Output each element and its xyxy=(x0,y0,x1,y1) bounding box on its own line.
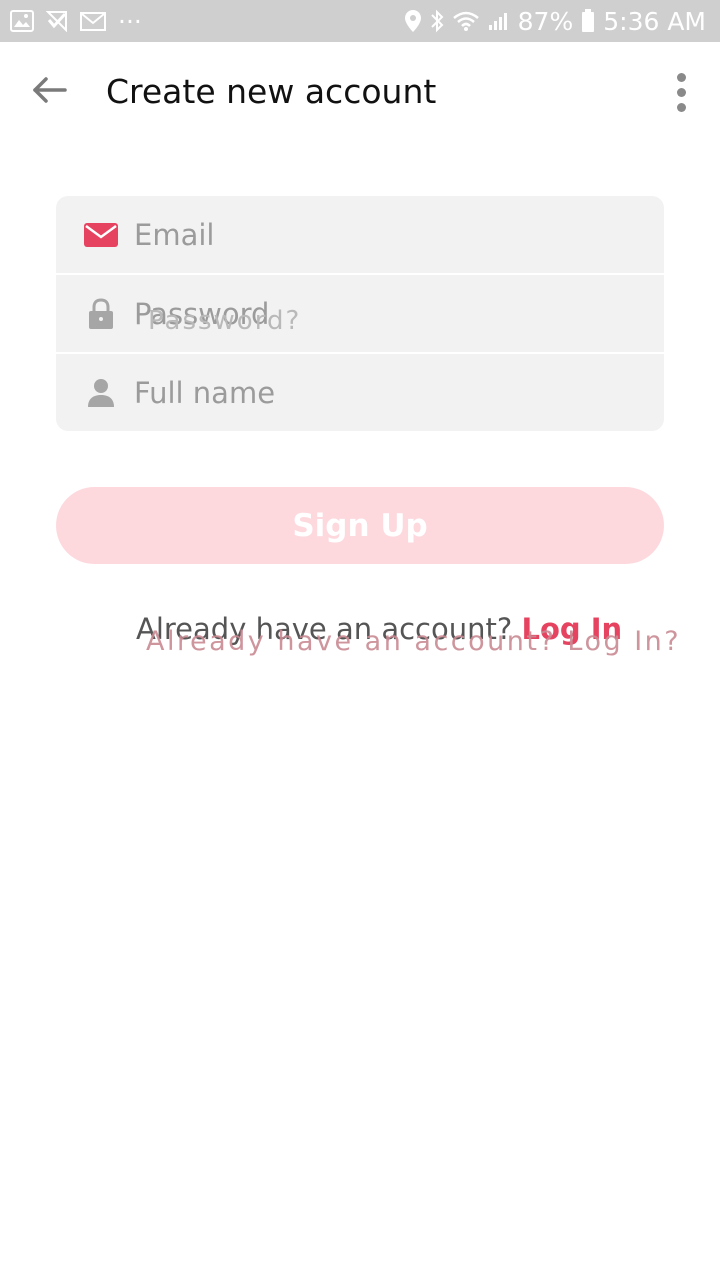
battery-percentage: 87% xyxy=(517,6,574,36)
clock: 5:36 AM xyxy=(603,6,706,36)
bluetooth-icon xyxy=(430,9,444,33)
lock-icon xyxy=(84,297,118,331)
password-overlay-text: Password? xyxy=(148,306,302,336)
gallery-icon xyxy=(10,10,34,32)
status-bar-system: 87% 5:36 AM xyxy=(404,0,706,42)
fullname-input[interactable] xyxy=(134,354,634,431)
email-field-row xyxy=(56,196,664,274)
login-overlay-text: Already have an account? Log In? xyxy=(146,626,682,657)
more-vertical-icon-dot xyxy=(676,72,686,82)
gmail-icon xyxy=(80,10,106,32)
sign-up-button[interactable]: Sign Up xyxy=(56,487,664,564)
fullname-field-row xyxy=(56,354,664,431)
overflow-menu-button[interactable] xyxy=(664,70,698,114)
signal-icon xyxy=(488,11,510,31)
more-vertical-icon-dot xyxy=(676,102,686,112)
back-button[interactable] xyxy=(22,72,78,112)
more-notifications-indicator: ··· xyxy=(118,6,142,36)
battery-icon xyxy=(581,9,595,33)
app-bar: Create new account xyxy=(0,42,720,142)
email-input[interactable] xyxy=(134,196,634,274)
task-check-icon xyxy=(46,10,68,32)
wifi-icon xyxy=(452,10,480,32)
page-title: Create new account xyxy=(106,72,437,111)
status-bar: ··· 87% 5:36 AM xyxy=(0,0,720,42)
arrow-left-icon xyxy=(32,76,68,109)
mail-icon xyxy=(84,218,118,252)
person-icon xyxy=(84,376,118,410)
more-vertical-icon-dot xyxy=(676,87,686,97)
status-bar-notifications: ··· xyxy=(10,0,142,42)
location-icon xyxy=(404,9,422,33)
